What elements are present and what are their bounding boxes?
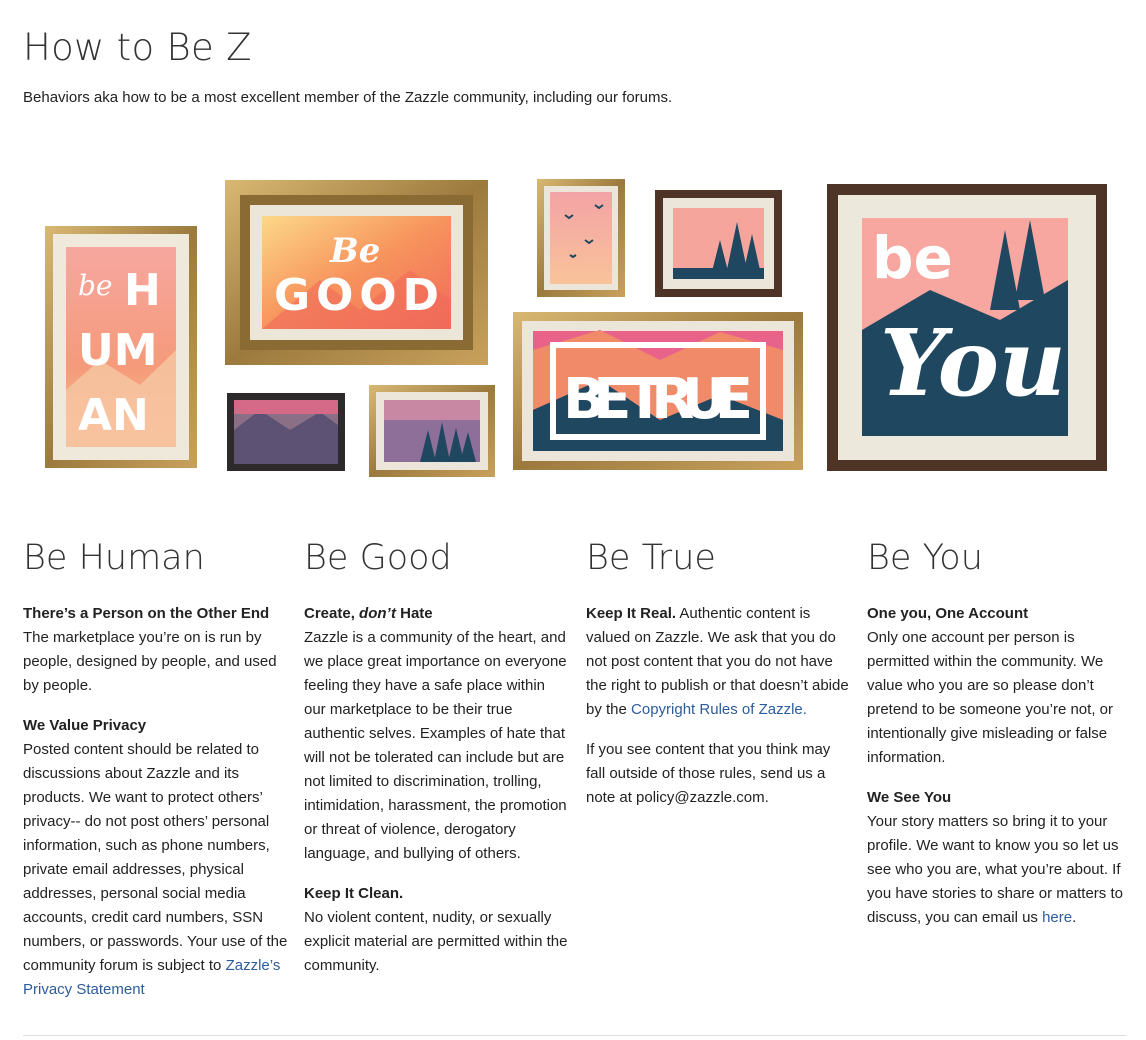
svg-text:be: be — [872, 224, 953, 292]
section-keep-it-clean: Keep It Clean. No violent content, nudit… — [304, 885, 568, 974]
svg-text:Be: Be — [329, 231, 380, 271]
frame-be-human: be H UM AN — [45, 226, 197, 468]
svg-text:be: be — [78, 269, 113, 302]
hero-gallery-image: be H UM AN Be GOOD BE TRUE be You — [45, 179, 1107, 477]
column-heading: Be Good — [304, 538, 452, 578]
section-person-other-end: There’s a Person on the Other End The ma… — [23, 605, 277, 694]
frame-trees-small — [369, 385, 495, 477]
column-heading: Be You — [867, 538, 983, 578]
frame-be-true: BE TRUE — [513, 312, 803, 470]
section-value-privacy: We Value Privacy Posted content should b… — [23, 717, 288, 998]
frame-be-good: Be GOOD — [225, 180, 488, 365]
column-be-human: Be Human There’s a Person on the Other E… — [23, 536, 288, 1018]
svg-text:UM: UM — [78, 325, 158, 376]
footer-divider — [23, 1035, 1126, 1036]
page-title: How to Be Z — [23, 26, 252, 69]
column-be-you: Be You One you, One Account Only one acc… — [867, 536, 1127, 946]
page-subtitle: Behaviors aka how to be a most excellent… — [23, 89, 673, 106]
frame-be-you: be You — [827, 184, 1107, 471]
column-be-good: Be Good Create, don’t Hate Zazzle is a c… — [304, 536, 569, 994]
section-we-see-you: We See You Your story matters so bring i… — [867, 789, 1123, 926]
frame-trees-brown — [655, 190, 782, 297]
column-heading: Be Human — [23, 538, 205, 578]
copyright-rules-link[interactable]: Copyright Rules of Zazzle. — [631, 701, 807, 718]
frame-mountains-small — [227, 393, 345, 471]
section-report-content: If you see content that you think may fa… — [586, 741, 831, 806]
svg-text:AN: AN — [78, 390, 149, 441]
svg-text:You: You — [880, 309, 1066, 417]
column-heading: Be True — [586, 538, 716, 578]
frame-birds — [537, 179, 625, 297]
svg-text:H: H — [124, 265, 161, 316]
section-create-dont-hate: Create, don’t Hate Zazzle is a community… — [304, 605, 567, 862]
column-be-true: Be True Keep It Real. Authentic content … — [586, 536, 851, 826]
svg-text:BE TRUE: BE TRUE — [563, 367, 753, 432]
section-keep-it-real: Keep It Real. Authentic content is value… — [586, 605, 849, 718]
section-one-account: One you, One Account Only one account pe… — [867, 605, 1113, 766]
email-us-link[interactable]: here — [1042, 909, 1072, 926]
